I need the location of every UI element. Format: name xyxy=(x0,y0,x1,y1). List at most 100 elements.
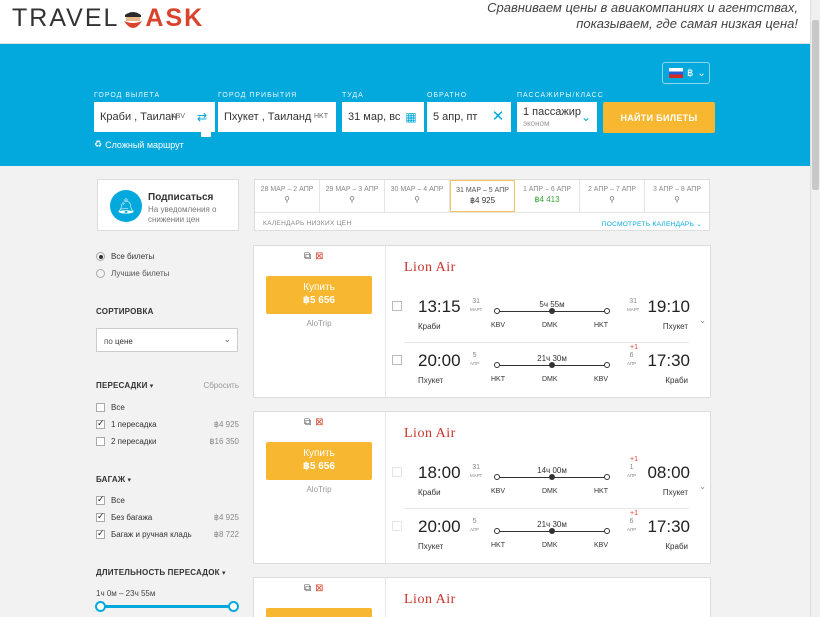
view-calendar-link[interactable]: ПОСМОТРЕТЬ КАЛЕНДАРЬ ⌄ xyxy=(602,220,702,228)
baggage-option[interactable]: Багаж и ручная кладь ฿8 722 xyxy=(96,528,239,540)
departure-day: 31 xyxy=(472,298,481,305)
slider-handle-max[interactable] xyxy=(228,601,239,612)
transfers-header-row[interactable]: ПЕРЕСАДКИ ▾ Сбросить xyxy=(96,381,239,390)
option-price: ฿4 925 xyxy=(213,420,239,429)
airline-name: Lion Air xyxy=(404,592,456,607)
calendar-price: ฿4 413 xyxy=(534,195,560,204)
option-price: ฿4 925 xyxy=(213,513,239,522)
arrival-date: 31 МАРТ xyxy=(627,298,639,314)
transfer-option[interactable]: 1 пересадка ฿4 925 xyxy=(96,418,239,430)
segment-checkbox[interactable] xyxy=(392,521,402,531)
swap-icon[interactable]: ⇄ xyxy=(195,110,209,124)
scrollbar[interactable] xyxy=(810,0,820,617)
transfer-option[interactable]: 2 пересадки ฿16 350 xyxy=(96,437,239,447)
segment-checkbox[interactable] xyxy=(392,301,402,311)
depart-value: 31 мар, вс xyxy=(348,111,401,123)
complex-route-link[interactable]: ♻ Сложный маршрут xyxy=(94,139,184,150)
calendar-range: 1 АПР – 6 АПР xyxy=(522,186,572,193)
filter-all-tickets[interactable]: Все билеты xyxy=(96,252,154,262)
slider-handle-min[interactable] xyxy=(95,601,106,612)
search-icon: ⚲ xyxy=(674,195,680,204)
calendar-range: 2 АПР – 7 АПР xyxy=(587,186,637,193)
logo-text-right: ASK xyxy=(145,4,205,32)
radio-checked[interactable] xyxy=(96,252,105,262)
transfer-option[interactable]: Все xyxy=(96,403,239,413)
keyboard-icon[interactable] xyxy=(201,130,211,137)
departure-month: МАРТ xyxy=(470,307,483,312)
departure-city: Пхукет xyxy=(418,376,444,385)
buy-button[interactable] xyxy=(266,608,372,617)
airport-code: KBV xyxy=(594,376,609,383)
divider xyxy=(385,246,386,399)
flight-segment: 20:00 5 АПР 21ч 30м +1 6 АПР 17:30 Пхукет … xyxy=(390,344,690,396)
currency-symbol: ฿ xyxy=(687,67,694,79)
checkbox-checked[interactable] xyxy=(96,528,105,540)
chevron-down-icon: ⌄ xyxy=(223,334,231,344)
baggage-header: БАГАЖ xyxy=(96,475,126,484)
complex-route-label: Сложный маршрут xyxy=(105,139,184,150)
option-price: ฿16 350 xyxy=(209,437,239,446)
agency-name[interactable]: AloTrip xyxy=(266,485,372,494)
scrollbar-thumb[interactable] xyxy=(812,20,819,190)
tagline: Сравниваем цены в авиакомпаниях и агентс… xyxy=(487,0,798,32)
caret-down-icon: ▾ xyxy=(127,477,132,484)
baggage-option[interactable]: Без багажа ฿4 925 xyxy=(96,511,239,523)
checkbox-checked[interactable] xyxy=(96,494,105,506)
search-panel: ฿ ⌄ ГОРОД ВЫЛЕТА ГОРОД ПРИБЫТИЯ ТУДА ОБР… xyxy=(0,44,810,166)
filter-label: Лучшие билеты xyxy=(111,269,170,278)
airport-code: HKT xyxy=(491,376,505,383)
close-icon[interactable]: ✕ xyxy=(491,109,505,124)
return-field[interactable]: 5 апр, пт ✕ xyxy=(427,102,511,132)
subscribe-card[interactable]: 🔔︎ Подписаться На уведомления о снижении… xyxy=(97,179,239,231)
calendar-cell[interactable]: 30 МАР – 4 АПР ⚲ xyxy=(385,180,450,212)
option-label: Все xyxy=(111,496,125,505)
airport-code: DMK xyxy=(542,322,558,329)
buy-button[interactable]: Купить ฿5 656 xyxy=(266,442,372,480)
agency-name[interactable]: AloTrip xyxy=(266,319,372,328)
arrival-time: 17:30 xyxy=(647,351,690,370)
sort-select[interactable]: по цене ⌄ xyxy=(96,328,238,352)
logo[interactable]: TRAVEL ASK xyxy=(12,4,204,33)
departure-city: Пхукет xyxy=(418,542,444,551)
baggage-header-row[interactable]: БАГАЖ ▾ xyxy=(96,475,131,484)
radio-unchecked[interactable] xyxy=(96,269,105,279)
top-bar: TRAVEL ASK Сравниваем цены в авиакомпани… xyxy=(0,0,820,44)
checkbox[interactable] xyxy=(96,437,105,447)
departure-date: 5 АПР xyxy=(470,518,479,534)
calendar-cell-active[interactable]: 31 МАР – 5 АПР ฿4 925 xyxy=(450,180,515,212)
search-button[interactable]: НАЙТИ БИЛЕТЫ xyxy=(603,102,715,133)
passengers-field[interactable]: 1 пассажир эконом ⌄ xyxy=(517,102,597,132)
segment-checkbox[interactable] xyxy=(392,467,402,477)
pax-label: ПАССАЖИРЫ/КЛАСС xyxy=(517,92,604,99)
buy-button[interactable]: Купить ฿5 656 xyxy=(266,276,372,314)
calendar-cell[interactable]: 28 МАР – 2 АПР ⚲ xyxy=(255,180,320,212)
filter-best-tickets[interactable]: Лучшие билеты xyxy=(96,269,170,279)
from-field[interactable]: Краби , Таилан KBV ⇄ xyxy=(94,102,215,132)
calendar-cell[interactable]: 2 АПР – 7 АПР ⚲ xyxy=(580,180,645,212)
reset-link[interactable]: Сбросить xyxy=(203,381,239,390)
currency-selector[interactable]: ฿ ⌄ xyxy=(662,62,710,84)
checkbox-checked[interactable] xyxy=(96,418,105,430)
baggage-option[interactable]: Все xyxy=(96,494,239,506)
calendar-cell[interactable]: 3 АПР – 8 АПР ⚲ xyxy=(645,180,709,212)
hand-luggage-icon: ⧉ xyxy=(304,251,316,262)
duration-header-row[interactable]: ДЛИТЕЛЬНОСТЬ ПЕРЕСАДОК ▾ xyxy=(96,568,225,577)
duration-slider[interactable] xyxy=(95,601,239,612)
depart-field[interactable]: 31 мар, вс ▦ xyxy=(342,102,424,132)
segment-checkbox[interactable] xyxy=(392,355,402,365)
arrival-day: 6 xyxy=(629,352,634,359)
arrival-day: 1 xyxy=(629,464,634,471)
checkbox[interactable] xyxy=(96,403,105,413)
to-label: ГОРОД ПРИБЫТИЯ xyxy=(218,92,298,99)
no-baggage-icon: ⊠ xyxy=(315,251,328,262)
from-label: ГОРОД ВЫЛЕТА xyxy=(94,92,161,99)
chevron-down-icon[interactable]: ⌄ xyxy=(699,316,706,325)
calendar-cell[interactable]: 29 МАР – 3 АПР ⚲ xyxy=(320,180,385,212)
duration-range: 1ч 0м – 23ч 55м xyxy=(96,589,156,598)
chevron-down-icon[interactable]: ⌄ xyxy=(699,482,706,491)
to-field[interactable]: Пхукет , Таиланд HKT xyxy=(218,102,336,132)
calendar-cell[interactable]: 1 АПР – 6 АПР ฿4 413 xyxy=(515,180,580,212)
calendar-icon[interactable]: ▦ xyxy=(404,110,418,124)
checkbox-checked[interactable] xyxy=(96,511,105,523)
departure-time: 13:15 xyxy=(418,297,461,316)
